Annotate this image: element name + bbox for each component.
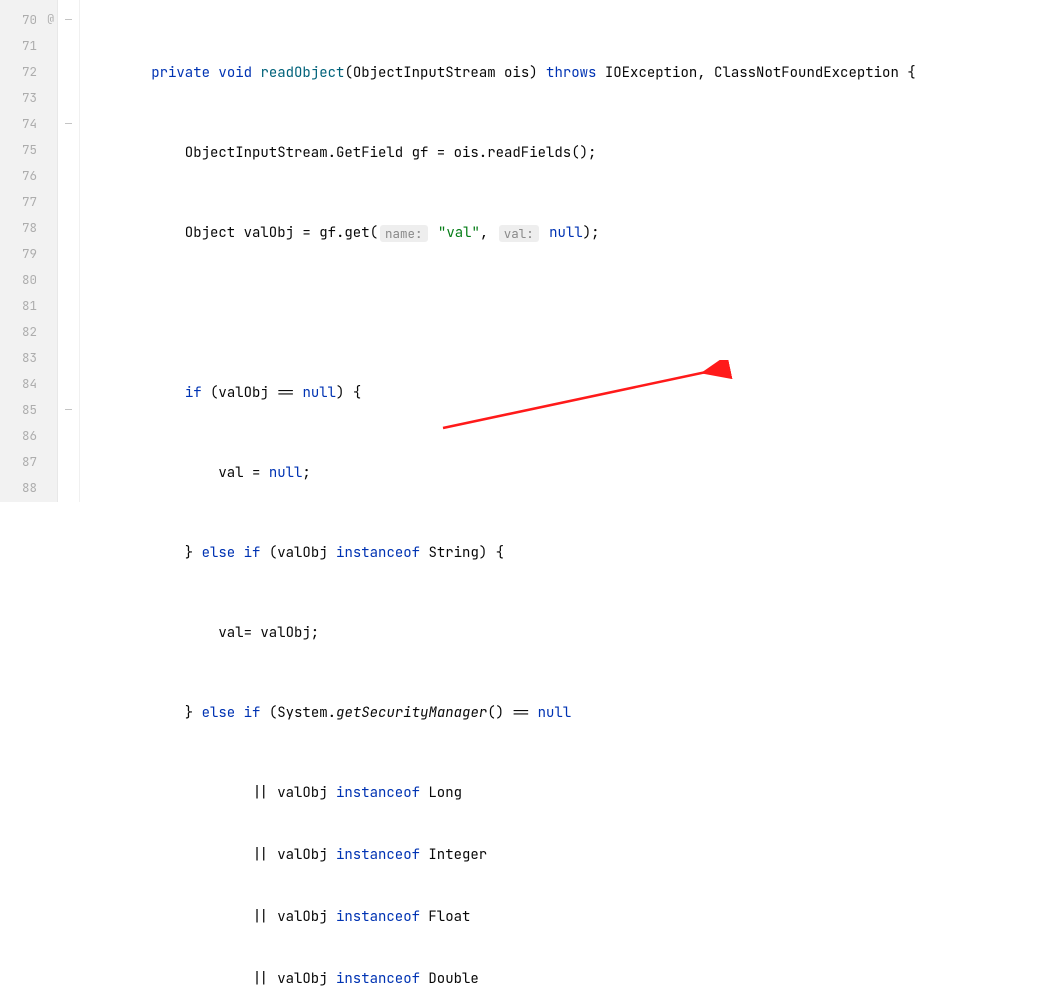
param-hint: name:	[380, 225, 428, 242]
fold-margin-row	[58, 266, 79, 292]
override-gutter-icon[interactable]: @	[47, 12, 54, 26]
fold-margin-row	[58, 396, 79, 422]
code-line[interactable]: || valObj instanceof Double	[84, 966, 1063, 992]
fold-margin-row	[58, 84, 79, 110]
line-number[interactable]: 79	[0, 240, 57, 266]
fold-margin-row	[58, 214, 79, 240]
fold-margin-row	[58, 370, 79, 396]
fold-margin-row	[58, 32, 79, 58]
line-number[interactable]: 70@	[0, 6, 57, 32]
line-number[interactable]: 77	[0, 188, 57, 214]
fold-margin-row	[58, 188, 79, 214]
fold-margin-row	[58, 344, 79, 370]
code-line[interactable]: val = null;	[84, 460, 1063, 486]
fold-margin-row	[58, 110, 79, 136]
code-line[interactable]: Object valObj = gf.get(name: "val", val:…	[84, 220, 1063, 246]
line-number[interactable]: 83	[0, 344, 57, 370]
fold-margin-row	[58, 474, 79, 500]
code-line[interactable]: ObjectInputStream.GetField gf = ois.read…	[84, 140, 1063, 166]
code-line[interactable]: } else if (System.getSecurityManager() =…	[84, 700, 1063, 726]
line-number[interactable]: 75	[0, 136, 57, 162]
line-number[interactable]: 80	[0, 266, 57, 292]
line-number[interactable]: 71	[0, 32, 57, 58]
code-line[interactable]: || valObj instanceof Float	[84, 904, 1063, 930]
code-line[interactable]: val= valObj;	[84, 620, 1063, 646]
line-number[interactable]: 85	[0, 396, 57, 422]
code-line[interactable]: || valObj instanceof Integer	[84, 842, 1063, 868]
code-line[interactable]: if (valObj == null) {	[84, 380, 1063, 406]
code-line[interactable]: || valObj instanceof Long	[84, 780, 1063, 806]
fold-toggle-icon[interactable]	[64, 14, 74, 24]
fold-margin-row	[58, 136, 79, 162]
line-number[interactable]: 86	[0, 422, 57, 448]
fold-toggle-icon[interactable]	[64, 404, 74, 414]
code-editor[interactable]: private void readObject(ObjectInputStrea…	[80, 0, 1063, 502]
line-number[interactable]: 87	[0, 448, 57, 474]
fold-margin[interactable]	[58, 0, 80, 502]
fold-margin-row	[58, 292, 79, 318]
line-number[interactable]: 78	[0, 214, 57, 240]
fold-margin-row	[58, 58, 79, 84]
fold-margin-row	[58, 422, 79, 448]
code-line[interactable]: private void readObject(ObjectInputStrea…	[84, 60, 1063, 86]
fold-toggle-icon[interactable]	[64, 118, 74, 128]
line-number[interactable]: 76	[0, 162, 57, 188]
fold-margin-row	[58, 240, 79, 266]
line-number[interactable]: 84	[0, 370, 57, 396]
line-number[interactable]: 88	[0, 474, 57, 500]
param-hint: val:	[499, 225, 539, 242]
line-number-gutter[interactable]: 70@717273747576777879808182838485868788	[0, 0, 58, 502]
line-number[interactable]: 72	[0, 58, 57, 84]
line-number[interactable]: 73	[0, 84, 57, 110]
line-number[interactable]: 82	[0, 318, 57, 344]
fold-margin-row	[58, 318, 79, 344]
code-line[interactable]	[84, 300, 1063, 326]
fold-margin-row	[58, 6, 79, 32]
code-line[interactable]: } else if (valObj instanceof String) {	[84, 540, 1063, 566]
line-number[interactable]: 81	[0, 292, 57, 318]
fold-margin-row	[58, 162, 79, 188]
fold-margin-row	[58, 448, 79, 474]
line-number[interactable]: 74	[0, 110, 57, 136]
